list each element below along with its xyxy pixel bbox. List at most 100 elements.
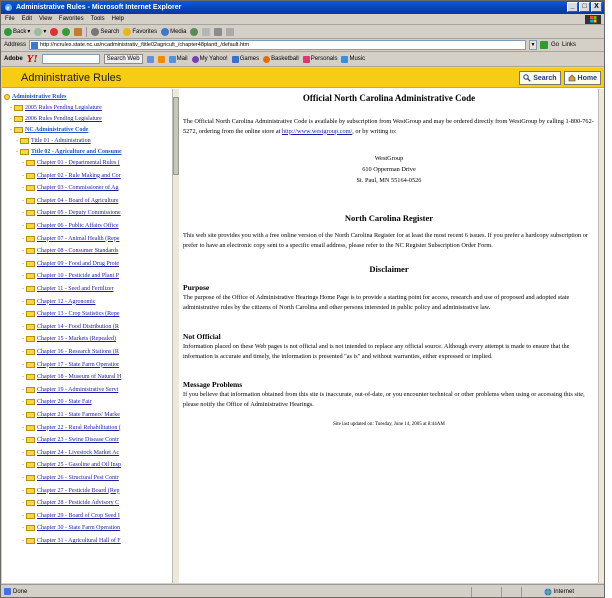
folder-icon	[26, 487, 35, 494]
app-search-button[interactable]: Search	[519, 71, 561, 85]
tree-item[interactable]: - Chapter 18 - Museum of Natural H	[22, 372, 121, 382]
back-button[interactable]: Back ▾	[4, 27, 30, 36]
tree-item-label: Chapter 02 - Rule Making and Cor	[37, 172, 121, 179]
tree-item-label: Chapter 11 - Seed and Fertilizer	[37, 286, 114, 292]
tree-item[interactable]: - Chapter 07 - Animal Health (Repe	[22, 234, 119, 244]
go-button[interactable]: Go	[551, 42, 559, 48]
content-scrollbar[interactable]	[598, 89, 604, 583]
tree-item[interactable]: - Chapter 15 - Markets (Repealed)	[22, 334, 116, 344]
tree-item[interactable]: - Chapter 28 - Pesticide Advisory C	[22, 498, 119, 508]
tree-item-label: Chapter 03 - Commissioner of Ag	[37, 185, 119, 192]
tree-item[interactable]: - Chapter 10 - Pesticide and Plant P	[22, 271, 119, 281]
tree-item-label: Chapter 24 - Livestock Market Ac	[37, 449, 120, 456]
tree-scroll-thumb[interactable]	[173, 97, 179, 175]
menu-help[interactable]: Help	[112, 16, 124, 22]
close-button[interactable]: X	[591, 2, 602, 12]
tree-item[interactable]: - Chapter 13 - Crop Statistics (Repe	[22, 309, 120, 319]
yahoo-logo[interactable]: Y!	[27, 53, 38, 65]
refresh-icon[interactable]	[62, 27, 71, 36]
tree-item[interactable]: - Chapter 25 - Gasoline and Oil Insp	[22, 460, 121, 470]
tree-item[interactable]: - Chapter 29 - Board of Crop Seed I	[22, 511, 120, 521]
history-icon[interactable]	[190, 27, 199, 36]
tree-item[interactable]: - Chapter 01 - Departmental Rules (	[22, 158, 120, 168]
menu-view[interactable]: View	[39, 16, 52, 22]
not-official-heading: Not Official	[183, 332, 221, 341]
menu-file[interactable]: File	[5, 16, 15, 22]
adobe-menu[interactable]: Adobe	[4, 56, 23, 62]
tree-item[interactable]: - Chapter 20 - State Fair	[22, 397, 92, 407]
tree-item[interactable]: Administrative Rules	[4, 92, 67, 102]
media-button[interactable]: Media	[161, 27, 186, 36]
menu-tools[interactable]: Tools	[91, 16, 105, 22]
stop-icon[interactable]	[50, 27, 59, 36]
folder-icon	[26, 424, 35, 431]
tree-item[interactable]: - Chapter 08 - Consumer Standards	[22, 246, 118, 256]
tree-item[interactable]: - Chapter 11 - Seed and Fertilizer	[22, 284, 114, 294]
address-line-2: 610 Opperman Drive	[362, 166, 416, 173]
tree-item[interactable]: - Chapter 19 - Administrative Servi	[22, 385, 118, 395]
tree-item[interactable]: - Chapter 24 - Livestock Market Ac	[22, 448, 119, 458]
tree-item[interactable]: - NC Administrative Code	[10, 125, 88, 135]
print-icon[interactable]	[214, 27, 223, 36]
tree-item[interactable]: - Chapter 04 - Board of Agriculture	[22, 196, 118, 206]
tree-item[interactable]: - Chapter 26 - Structural Pest Contr	[22, 473, 119, 483]
go-arrow-icon[interactable]	[540, 41, 549, 49]
highlight-icon[interactable]	[146, 55, 154, 63]
browser-window: e Administrative Rules - Microsoft Inter…	[0, 0, 605, 598]
tree-item[interactable]: - 2006 Rules Pending Legislature	[10, 114, 102, 124]
tree-item[interactable]: - Title 01 - Administration	[16, 136, 91, 146]
music-link[interactable]: Music	[341, 55, 365, 63]
links-button[interactable]: Links	[562, 42, 576, 48]
westgroup-link[interactable]: http://www.westgroup.com/	[282, 128, 352, 135]
edit-icon[interactable]	[226, 27, 235, 36]
tree-item[interactable]: - Chapter 23 - Swine Disease Contr	[22, 435, 119, 445]
address-dropdown-button[interactable]: ▼	[529, 40, 538, 50]
forward-button[interactable]: ▾	[34, 27, 46, 36]
games-link[interactable]: Games	[231, 55, 259, 63]
tree-connector: -	[22, 260, 24, 267]
basketball-link[interactable]: Basketball	[263, 55, 299, 63]
home-icon[interactable]	[74, 27, 83, 36]
yahoo-search-input[interactable]	[41, 54, 100, 64]
address-input[interactable]: http://ncrules.state.nc.us/ncadministrat…	[29, 40, 527, 50]
mail-icon[interactable]	[202, 27, 211, 36]
folder-icon	[26, 374, 35, 381]
mail-link[interactable]: Mail	[168, 55, 188, 63]
tree-scrollbar[interactable]	[172, 89, 179, 583]
tree-item[interactable]: - Chapter 12 - Agronomic	[22, 297, 96, 307]
plus-icon[interactable]	[157, 55, 165, 63]
minimize-button[interactable]: _	[567, 2, 578, 12]
tree-item[interactable]: - Chapter 03 - Commissioner of Ag	[22, 183, 119, 193]
title-bar: e Administrative Rules - Microsoft Inter…	[1, 1, 604, 14]
maximize-button[interactable]: □	[579, 2, 590, 12]
tree-item[interactable]: - Chapter 27 - Pesticide Board (Rep	[22, 486, 119, 496]
tree-item[interactable]: - Chapter 22 - Rural Rehabilitation (	[22, 423, 121, 433]
tree-item[interactable]: - Title 02 - Agriculture and Consume	[16, 147, 122, 157]
menu-edit[interactable]: Edit	[22, 16, 32, 22]
search-web-button[interactable]: Search Web	[103, 54, 143, 64]
tree-item[interactable]: - Chapter 21 - State Farmers' Marke	[22, 410, 120, 420]
tree-item[interactable]: - Chapter 06 - Public Affairs Office	[22, 221, 119, 231]
personals-link[interactable]: Personals	[302, 55, 337, 63]
tree-item[interactable]: - Chapter 02 - Rule Making and Cor	[22, 171, 121, 181]
my-yahoo-icon	[191, 55, 199, 63]
menu-favorites[interactable]: Favorites	[59, 16, 84, 22]
tree-item[interactable]: - Chapter 16 - Research Stations (R	[22, 347, 119, 357]
tree-item[interactable]: - Chapter 09 - Food and Drug Prote	[22, 259, 119, 269]
my-yahoo-link[interactable]: My Yahoo!	[191, 55, 228, 63]
folder-icon	[26, 286, 35, 292]
app-home-button[interactable]: Home	[563, 71, 601, 85]
tree-item[interactable]: - Chapter 30 - State Farm Operation	[22, 523, 120, 533]
tree-item[interactable]: - Chapter 14 - Food Distribution (R	[22, 322, 119, 332]
folder-icon	[26, 172, 35, 179]
page-icon	[31, 42, 39, 49]
tree-item[interactable]: - Chapter 31 - Agricultural Hall of F	[22, 536, 121, 546]
folder-icon	[26, 412, 35, 418]
tree-item-label: Chapter 27 - Pesticide Board (Rep	[37, 487, 120, 494]
favorites-button[interactable]: Favorites	[123, 27, 157, 36]
tree-item[interactable]: - Chapter 05 - Deputy Commissione	[22, 208, 121, 218]
search-button[interactable]: Search	[91, 27, 119, 36]
tree-item[interactable]: - Chapter 17 - State Farm Operatior	[22, 360, 119, 370]
tree-connector: -	[22, 361, 24, 368]
tree-item[interactable]: - 2005 Rules Pending Legislature	[10, 103, 102, 113]
